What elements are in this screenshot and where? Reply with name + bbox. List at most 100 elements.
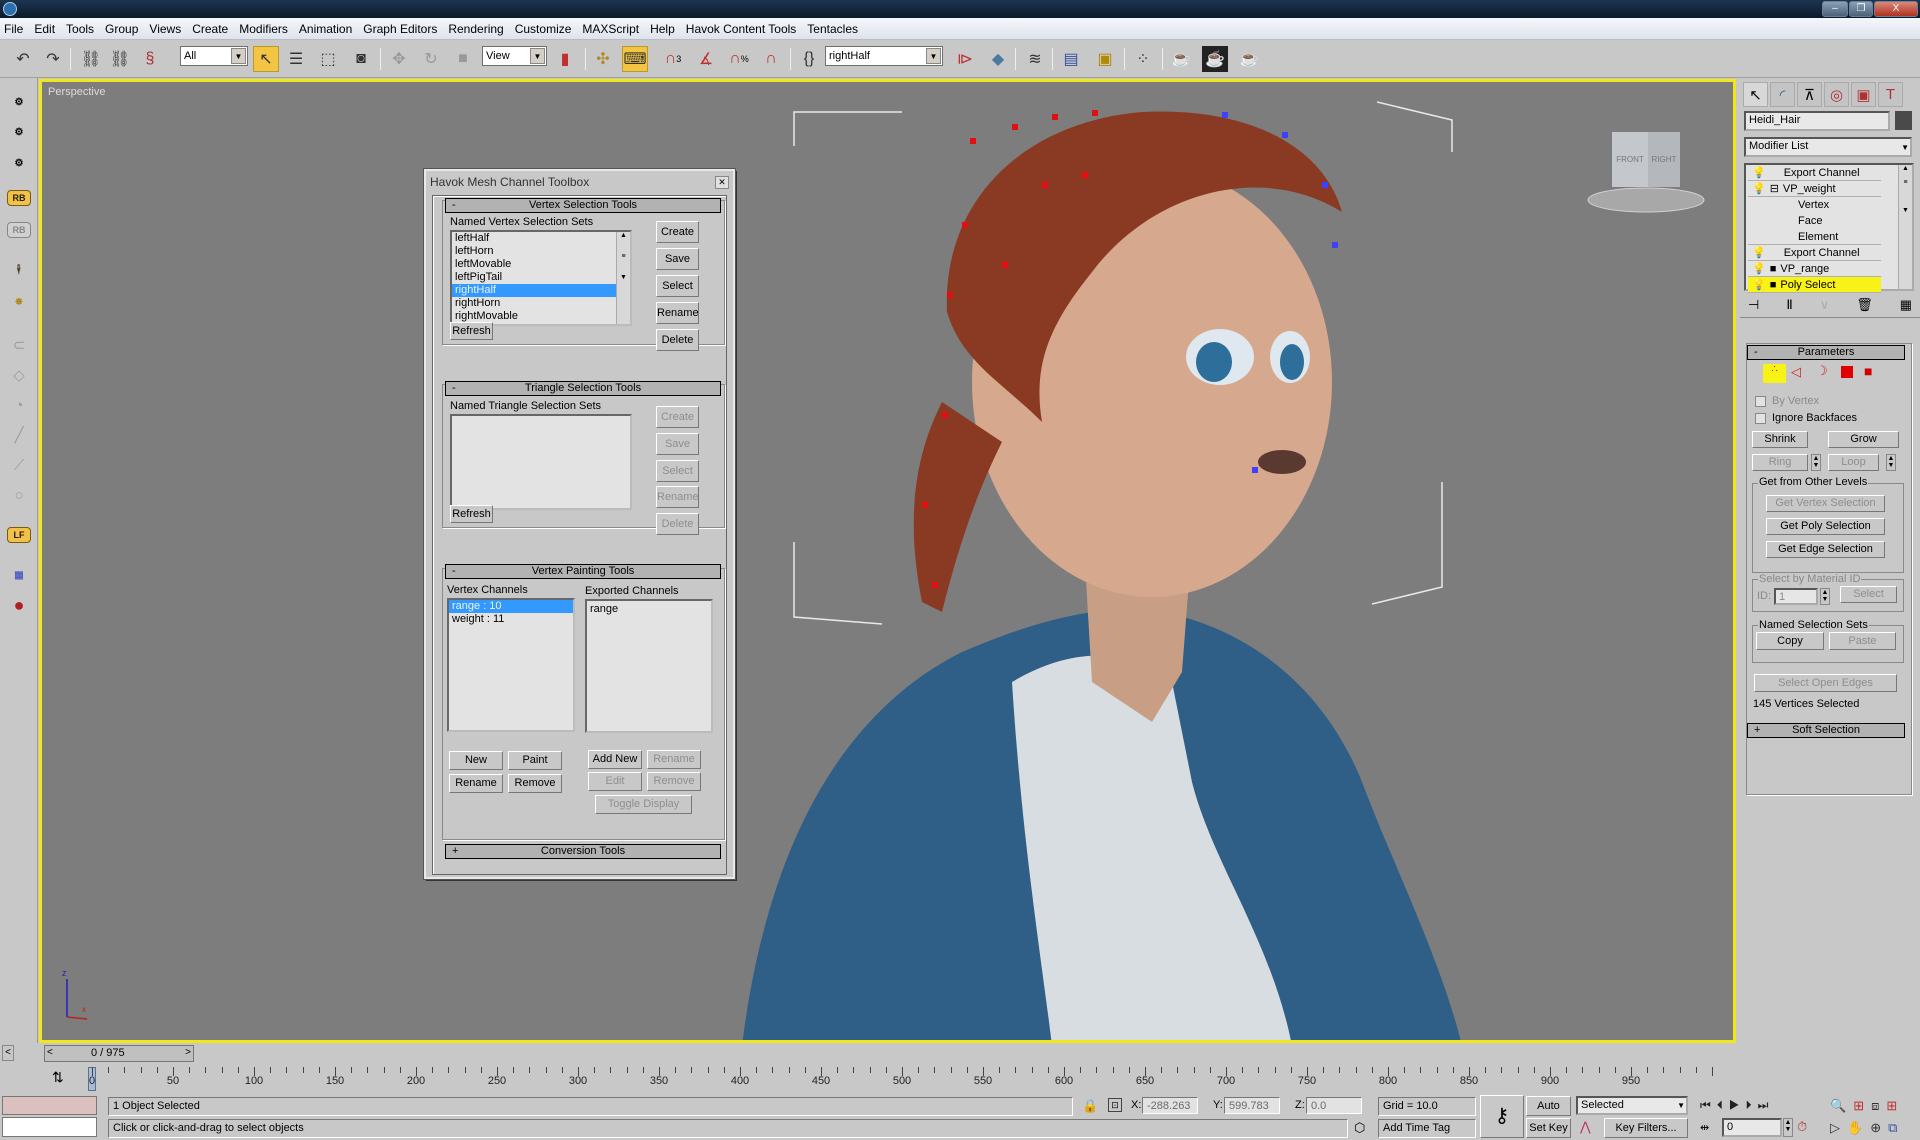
- viewcube-front-label[interactable]: FRONT: [1616, 155, 1644, 164]
- auto-key-button[interactable]: Auto Key: [1526, 1096, 1571, 1130]
- minimize-button[interactable]: –: [1822, 1, 1848, 17]
- layer-manager-icon[interactable]: ≋: [1022, 46, 1048, 72]
- paste-named-set-button[interactable]: Paste: [1829, 632, 1896, 650]
- collapse-box-icon[interactable]: ⊟: [1770, 183, 1779, 195]
- expand-box-icon[interactable]: ■: [1770, 263, 1777, 275]
- gear-disk-icon[interactable]: ⚙: [7, 90, 31, 114]
- zoom-extents-icon[interactable]: ⧈: [1871, 1098, 1886, 1113]
- window-crossing-icon[interactable]: ◙: [348, 46, 374, 72]
- key-filters-button[interactable]: Key Filters...: [1604, 1118, 1688, 1138]
- vertex-level-icon[interactable]: ∴: [1763, 364, 1786, 383]
- default-in-out-tangents-icon[interactable]: ⋀: [1580, 1119, 1591, 1135]
- stack-item[interactable]: 💡 Export Channel: [1748, 165, 1881, 181]
- pin-stack-icon[interactable]: ⊣: [1748, 297, 1759, 315]
- render-production-icon[interactable]: ☕: [1236, 46, 1262, 72]
- paint-channel-button[interactable]: Paint: [508, 751, 562, 770]
- vertex-painting-rollout[interactable]: - Vertex Painting Tools: [445, 564, 721, 579]
- menu-group[interactable]: Group: [105, 22, 138, 36]
- expand-box-icon[interactable]: ■: [1770, 279, 1777, 291]
- play-icon[interactable]: ▶: [1729, 1098, 1746, 1112]
- loop-spinner[interactable]: ▲ ▼: [1886, 454, 1896, 471]
- element-level-icon[interactable]: ■: [1864, 363, 1872, 379]
- mini-curve-editor-icon[interactable]: ⇅: [52, 1069, 64, 1086]
- local-frame-icon[interactable]: LF: [7, 527, 31, 543]
- lightbulb-icon[interactable]: 💡: [1752, 279, 1766, 291]
- stack-item[interactable]: 💡 ■ VP_range: [1748, 261, 1881, 277]
- refresh-vertex-sets-button[interactable]: Refresh: [450, 322, 493, 340]
- border-level-icon[interactable]: ☽: [1816, 363, 1828, 379]
- remove-exported-button[interactable]: Remove: [647, 772, 701, 791]
- rendered-frame-window-icon[interactable]: ☕: [1202, 46, 1228, 72]
- key-mode-dropdown[interactable]: Selected ▼: [1576, 1096, 1688, 1115]
- z-coordinate-field[interactable]: 0.0: [1306, 1097, 1362, 1114]
- grow-button[interactable]: Grow: [1828, 431, 1899, 448]
- render-setup-icon[interactable]: ☕: [1168, 46, 1194, 72]
- edge-level-icon[interactable]: ◁: [1791, 364, 1801, 380]
- next-frame-icon[interactable]: ⏵: [1746, 1098, 1758, 1112]
- create-tab-icon[interactable]: ↖: [1743, 82, 1768, 107]
- configure-modifier-sets-icon[interactable]: ▦: [1900, 297, 1912, 315]
- menu-create[interactable]: Create: [192, 22, 228, 36]
- absolute-mode-icon[interactable]: ⊡: [1108, 1098, 1122, 1112]
- rotate-icon[interactable]: ↻: [418, 46, 444, 72]
- maximize-viewport-icon[interactable]: ⧉: [1888, 1120, 1904, 1135]
- menu-modifiers[interactable]: Modifiers: [239, 22, 288, 36]
- current-frame-field[interactable]: 0: [1722, 1118, 1782, 1137]
- cloth-hair-icon[interactable]: ●: [7, 593, 31, 617]
- gear-disk-icon[interactable]: ⚙: [7, 120, 31, 144]
- maxscript-listener-pink[interactable]: [2, 1096, 97, 1115]
- unlink-selection-icon[interactable]: ⛓: [107, 46, 133, 72]
- motion-tab-icon[interactable]: ◎: [1824, 82, 1849, 107]
- create-triangle-set-button[interactable]: Create: [656, 406, 699, 428]
- select-triangle-set-button[interactable]: Select: [656, 460, 699, 482]
- bind-to-space-warp-icon[interactable]: §: [137, 46, 163, 72]
- pan-view-icon[interactable]: ✋: [1847, 1120, 1870, 1135]
- prev-frame-icon[interactable]: <: [47, 1047, 53, 1058]
- edit-exported-button[interactable]: Edit: [588, 772, 642, 791]
- delete-vertex-set-button[interactable]: Delete: [656, 329, 699, 351]
- prev-panel-button[interactable]: <: [2, 1045, 14, 1061]
- menu-file[interactable]: File: [4, 22, 23, 36]
- redo-icon[interactable]: ↷: [40, 46, 66, 72]
- close-button[interactable]: X: [1874, 1, 1918, 17]
- list-item-selected[interactable]: rightHalf: [452, 284, 630, 297]
- percent-snap-icon[interactable]: ∩%: [726, 46, 752, 72]
- show-end-result-icon[interactable]: Ⅱ: [1786, 297, 1792, 315]
- y-coordinate-field[interactable]: 599.783: [1224, 1097, 1280, 1114]
- modify-tab-icon[interactable]: ◜: [1770, 82, 1795, 107]
- reference-coordinate-dropdown[interactable]: View ▼: [482, 46, 547, 66]
- frame-spinner[interactable]: ▲ ▼: [1783, 1118, 1793, 1137]
- triangle-selection-rollout[interactable]: - Triangle Selection Tools: [445, 381, 721, 396]
- list-item[interactable]: range: [587, 603, 711, 616]
- zoom-all-icon[interactable]: ⊞: [1853, 1098, 1871, 1113]
- list-item[interactable]: leftPigTail: [452, 271, 630, 284]
- go-to-start-icon[interactable]: ⏮: [1700, 1098, 1717, 1112]
- make-unique-icon[interactable]: ∨: [1820, 297, 1830, 315]
- list-item[interactable]: leftHalf: [452, 232, 630, 245]
- save-triangle-set-button[interactable]: Save: [656, 433, 699, 455]
- copy-named-set-button[interactable]: Copy: [1756, 632, 1824, 650]
- keyboard-shortcut-override-icon[interactable]: ⌨: [622, 46, 648, 72]
- select-open-edges-button[interactable]: Select Open Edges: [1754, 674, 1897, 692]
- mirror-icon[interactable]: ⧐: [952, 46, 978, 72]
- time-slider[interactable]: < 0 / 975 >: [44, 1045, 194, 1062]
- stiff-spring-icon[interactable]: ╱: [7, 423, 31, 447]
- select-vertex-set-button[interactable]: Select: [656, 275, 699, 297]
- menu-tools[interactable]: Tools: [66, 22, 94, 36]
- rename-vertex-set-button[interactable]: Rename: [656, 302, 699, 324]
- cone-icon[interactable]: ◇: [7, 363, 31, 387]
- curve-editor-icon[interactable]: ▤: [1058, 46, 1084, 72]
- scale-icon[interactable]: ■: [450, 46, 476, 72]
- material-id-field[interactable]: 1: [1774, 588, 1818, 605]
- menu-views[interactable]: Views: [149, 22, 181, 36]
- utilities-tab-icon[interactable]: T: [1878, 82, 1903, 107]
- get-poly-selection-button[interactable]: Get Poly Selection: [1766, 518, 1885, 535]
- lightbulb-icon[interactable]: 💡: [1752, 183, 1766, 195]
- undo-icon[interactable]: ↶: [10, 46, 36, 72]
- vertex-sets-list[interactable]: leftHalf leftHorn leftMovable leftPigTai…: [450, 230, 632, 326]
- wheel-icon[interactable]: ◔: [7, 393, 31, 417]
- material-editor-icon[interactable]: ⁘: [1130, 46, 1156, 72]
- next-frame-icon[interactable]: >: [185, 1047, 191, 1058]
- lightbulb-icon[interactable]: 💡: [1752, 247, 1766, 259]
- display-tab-icon[interactable]: ▣: [1851, 82, 1876, 107]
